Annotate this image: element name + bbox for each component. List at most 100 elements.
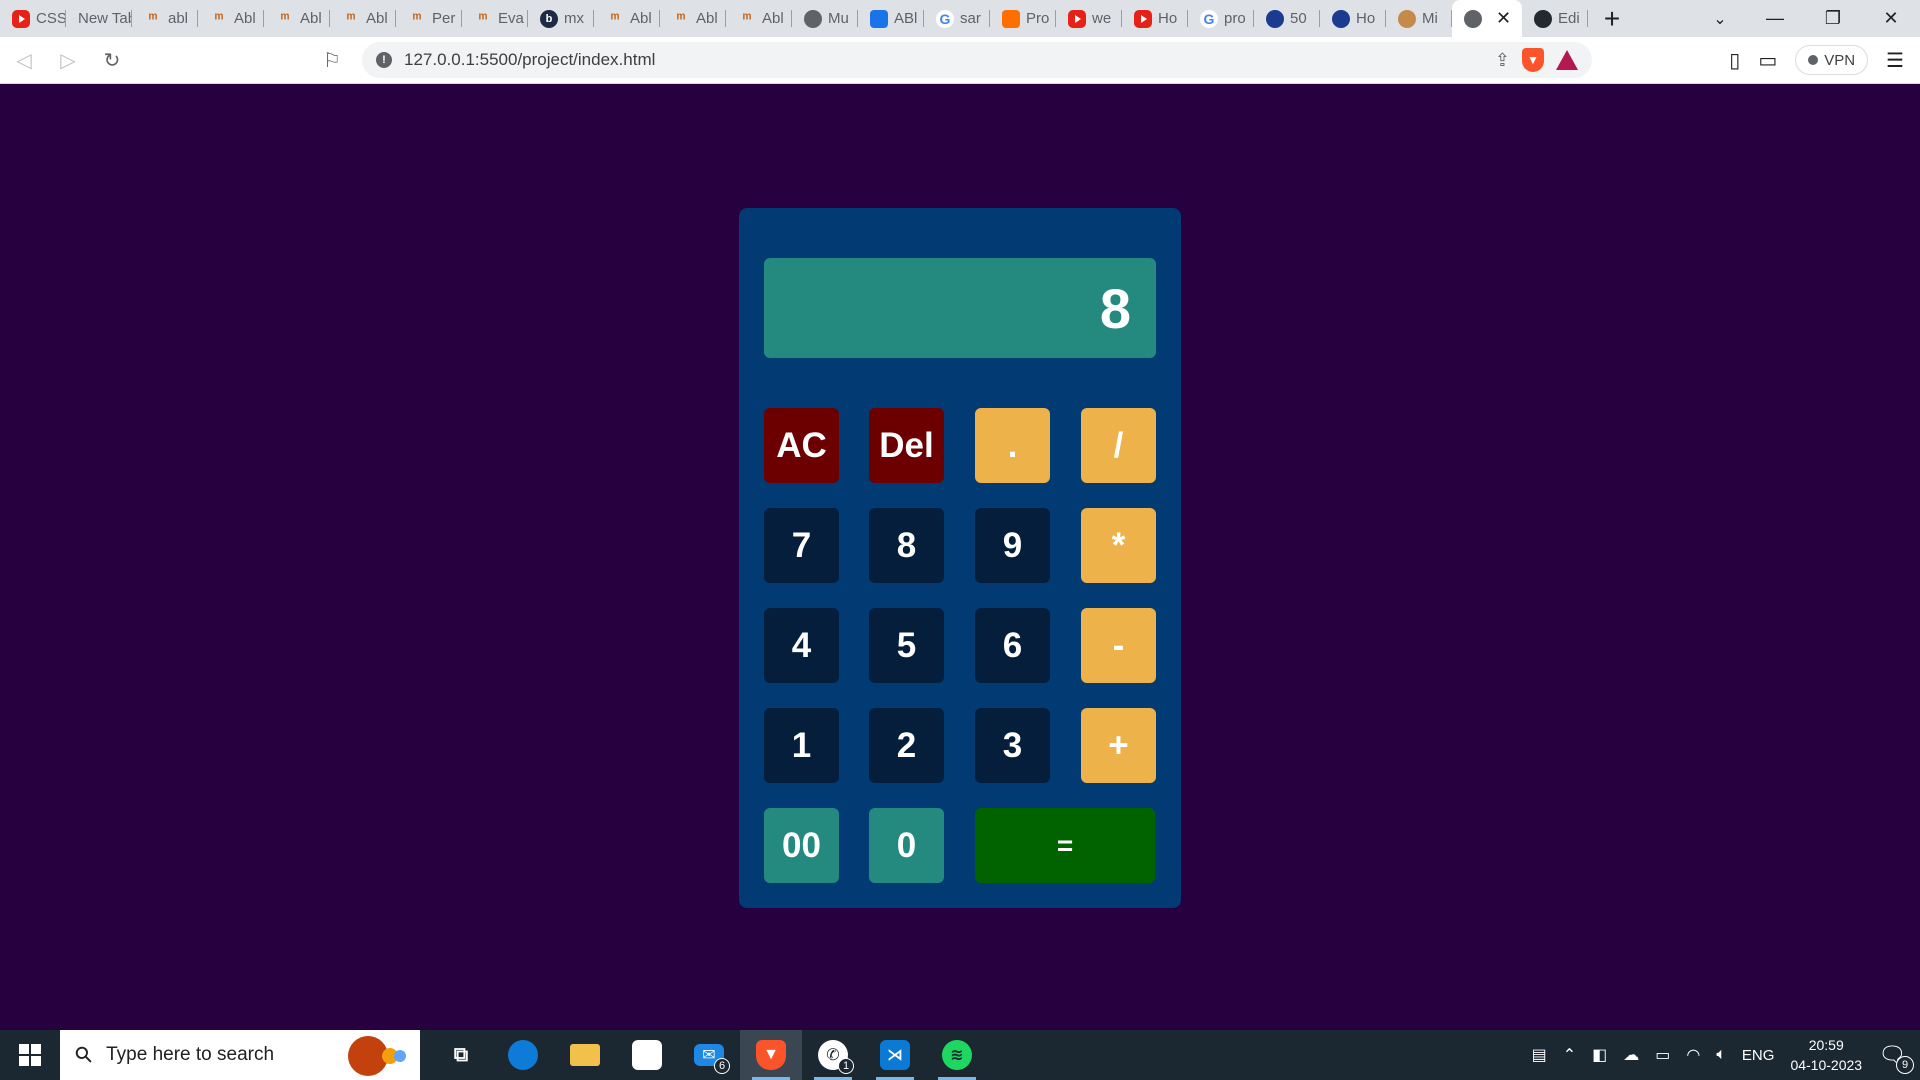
tab-title: we [1092, 10, 1112, 27]
calculator: 8 AC Del . / 7 8 9 * 4 5 6 - 1 2 3 + 00 … [739, 208, 1181, 908]
toolbar-right: ▯ ▭ VPN ☰ [1729, 45, 1904, 75]
round-icon [1332, 9, 1350, 28]
spotify-app[interactable]: ≋ [926, 1030, 988, 1080]
tab-strip: CSS New Tab ᵐ abl ᵐ Abl ᵐ Abl ᵐ Abl ᵐ Per ᵐ Ev… [0, 0, 1920, 37]
fm-icon: ᵐ [214, 10, 224, 27]
tab-title: Abl [630, 10, 652, 27]
vscode-app[interactable]: ⋊ [864, 1030, 926, 1080]
clock-time: 20:59 [1808, 1037, 1844, 1053]
language-indicator[interactable]: ENG [1742, 1047, 1775, 1064]
tab[interactable]: CSS [0, 0, 66, 37]
tab[interactable]: Ho [1122, 0, 1188, 37]
tab-search-icon[interactable]: ⌄ [1700, 0, 1740, 37]
clock[interactable]: 20:59 04-10-2023 [1790, 1035, 1862, 1075]
battery-icon[interactable]: ▭ [1655, 1045, 1670, 1065]
wifi-icon[interactable]: ◠ [1686, 1045, 1700, 1065]
tab[interactable]: b mx [528, 0, 594, 37]
volume-icon[interactable]: 🔈︎ [1716, 1046, 1726, 1064]
chevron-up-icon[interactable]: ⌃ [1563, 1045, 1576, 1065]
all-clear-button[interactable]: AC [764, 408, 839, 483]
digit-4-button[interactable]: 4 [764, 608, 839, 683]
tab[interactable]: ᵐ Abl [594, 0, 660, 37]
multiply-button[interactable]: * [1081, 508, 1156, 583]
new-tab-button[interactable]: + [1594, 1, 1630, 37]
vpn-button[interactable]: VPN [1795, 45, 1869, 75]
windows-logo-icon [19, 1044, 41, 1066]
tab[interactable]: ᵐ Abl [264, 0, 330, 37]
tab[interactable]: ᵐ Abl [198, 0, 264, 37]
edge-app[interactable] [492, 1030, 554, 1080]
digit-2-button[interactable]: 2 [869, 708, 944, 783]
digit-5-button[interactable]: 5 [869, 608, 944, 683]
maximize-button[interactable]: ❐ [1804, 0, 1862, 37]
tab[interactable]: ᵐ Abl [726, 0, 792, 37]
decimal-button[interactable]: . [975, 408, 1050, 483]
digit-9-button[interactable]: 9 [975, 508, 1050, 583]
info-icon[interactable]: ! [376, 52, 392, 68]
tab[interactable]: Gsar [924, 0, 990, 37]
globe-icon [1464, 9, 1482, 28]
close-tab-icon[interactable]: ✕ [1496, 8, 1511, 29]
tab-active[interactable]: ✕ [1452, 0, 1522, 37]
tab[interactable]: Mu [792, 0, 858, 37]
tab[interactable]: ᵐ Abl [330, 0, 396, 37]
digit-1-button[interactable]: 1 [764, 708, 839, 783]
tab[interactable]: Edi [1522, 0, 1588, 37]
meet-icon[interactable]: ◧ [1592, 1045, 1607, 1065]
tab[interactable]: ᵐ Eva [462, 0, 528, 37]
tab-title: Abl [300, 10, 322, 27]
tab[interactable]: ᵐ abl [132, 0, 198, 37]
mail-app[interactable]: ✉ 6 [678, 1030, 740, 1080]
start-button[interactable] [0, 1030, 60, 1080]
sidebar-icon[interactable]: ▯ [1729, 48, 1740, 73]
task-view-button[interactable]: ⧉ [430, 1030, 492, 1080]
tab[interactable]: we [1056, 0, 1122, 37]
brave-shield-icon[interactable]: ▼ [1522, 48, 1544, 72]
store-app[interactable] [616, 1030, 678, 1080]
divide-button[interactable]: / [1081, 408, 1156, 483]
equals-button[interactable]: = [975, 808, 1155, 883]
news-icon[interactable]: ▤ [1532, 1045, 1547, 1065]
tab[interactable]: ᵐ Per [396, 0, 462, 37]
tab[interactable]: New Tab [66, 0, 132, 37]
digit-0-button[interactable]: 0 [869, 808, 944, 883]
delete-button[interactable]: Del [869, 408, 944, 483]
tab[interactable]: Ho [1320, 0, 1386, 37]
close-window-button[interactable]: ✕ [1862, 0, 1920, 37]
reload-icon[interactable]: ↻ [92, 40, 132, 80]
tab[interactable]: ABl [858, 0, 924, 37]
tab[interactable]: Pro [990, 0, 1056, 37]
notification-icon[interactable]: 🗨︎ 9 [1878, 1042, 1914, 1074]
store-icon [632, 1040, 662, 1070]
minimize-button[interactable]: — [1746, 0, 1804, 37]
digit-6-button[interactable]: 6 [975, 608, 1050, 683]
taskbar-search[interactable]: ⚲ Type here to search [60, 1030, 420, 1080]
tab[interactable]: ᵐ Abl [660, 0, 726, 37]
menu-icon[interactable]: ☰ [1886, 48, 1904, 73]
plus-button[interactable]: + [1081, 708, 1156, 783]
file-explorer-app[interactable] [554, 1030, 616, 1080]
forward-icon[interactable]: ▷ [48, 40, 88, 80]
double-zero-button[interactable]: 00 [764, 808, 839, 883]
whatsapp-app[interactable]: ✆ 1 [802, 1030, 864, 1080]
tab[interactable]: Mi [1386, 0, 1452, 37]
minus-button[interactable]: - [1081, 608, 1156, 683]
digit-8-button[interactable]: 8 [869, 508, 944, 583]
tab[interactable]: Gpro [1188, 0, 1254, 37]
fm-icon: ᵐ [742, 10, 752, 27]
wallet-icon[interactable]: ▭ [1758, 48, 1777, 73]
address-bar[interactable]: ! 127.0.0.1:5500/project/index.html ⇪ ▼ [362, 42, 1592, 78]
onedrive-icon[interactable]: ☁ [1623, 1045, 1639, 1065]
brave-rewards-icon[interactable] [1556, 50, 1578, 70]
share-icon[interactable]: ⇪ [1495, 50, 1510, 71]
tab[interactable]: 50 [1254, 0, 1320, 37]
task-view-icon: ⧉ [453, 1043, 469, 1066]
vscode-icon: ⋊ [880, 1040, 910, 1070]
digit-7-button[interactable]: 7 [764, 508, 839, 583]
brave-app[interactable]: ▼ [740, 1030, 802, 1080]
bookmark-icon[interactable]: ⚐ [312, 40, 352, 80]
fm-icon: ᵐ [610, 10, 620, 27]
back-icon[interactable]: ◁ [4, 40, 44, 80]
digit-3-button[interactable]: 3 [975, 708, 1050, 783]
url-text[interactable]: 127.0.0.1:5500/project/index.html [404, 50, 1483, 70]
